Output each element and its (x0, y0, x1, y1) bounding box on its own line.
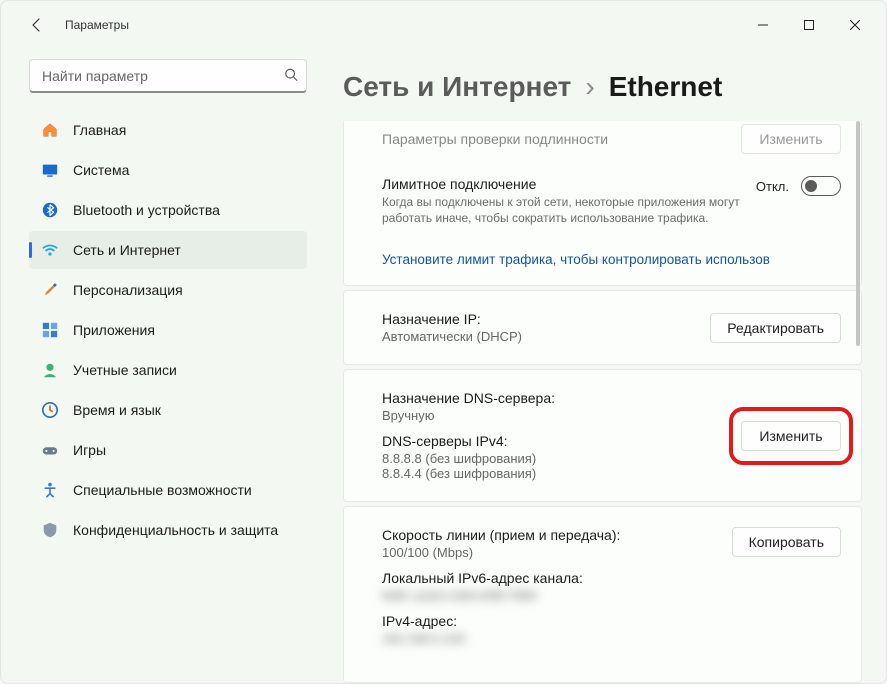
breadcrumb: Сеть и Интернет › Ethernet (343, 71, 862, 103)
search-icon (284, 67, 298, 84)
card-dns: Назначение DNS-сервера: Вручную DNS-серв… (343, 369, 862, 502)
card-ip: Назначение IP: Автоматически (DHCP) Реда… (343, 290, 862, 365)
sidebar-item-label: Персонализация (73, 282, 183, 298)
copy-button[interactable]: Копировать (732, 527, 841, 557)
metered-toggle[interactable] (801, 176, 841, 196)
dns-server-1: 8.8.8.8 (без шифрования) (382, 451, 741, 466)
sidebar-item-system[interactable]: Система (29, 151, 307, 189)
sidebar-item-label: Приложения (73, 322, 155, 338)
system-icon (41, 161, 59, 179)
app-title: Параметры (65, 18, 129, 32)
card-auth-metered: Параметры проверки подлинности Изменить … (343, 121, 862, 286)
dns-server-2: 8.8.4.4 (без шифрования) (382, 466, 741, 481)
card-speed: Скорость линии (прием и передача): 100/1… (343, 506, 862, 683)
sidebar-item-label: Учетные записи (73, 362, 177, 378)
highlight-ring (729, 407, 853, 465)
shield-icon (41, 521, 59, 539)
close-icon (850, 20, 860, 30)
nav: Главная Система Bluetooth и устройства С… (29, 111, 315, 549)
ipv4-value: 192.168.0.100 (382, 631, 732, 646)
ip-label: Назначение IP: (382, 311, 710, 327)
close-button[interactable] (832, 9, 878, 41)
sidebar-item-network[interactable]: Сеть и Интернет (29, 231, 307, 269)
sidebar: Главная Система Bluetooth и устройства С… (1, 49, 319, 683)
sidebar-item-home[interactable]: Главная (29, 111, 307, 149)
line-speed-label: Скорость линии (прием и передача): (382, 527, 732, 543)
ip-value: Автоматически (DHCP) (382, 329, 710, 344)
chevron-right-icon: › (585, 71, 594, 103)
person-icon (41, 361, 59, 379)
gamepad-icon (41, 441, 59, 459)
maximize-icon (804, 20, 814, 30)
brush-icon (41, 281, 59, 299)
apps-icon (41, 321, 59, 339)
sidebar-item-label: Специальные возможности (73, 482, 252, 498)
minimize-button[interactable] (740, 9, 786, 41)
sidebar-item-label: Bluetooth и устройства (73, 202, 220, 218)
sidebar-item-label: Конфиденциальность и защита (73, 522, 278, 538)
dns-assign-value: Вручную (382, 408, 741, 423)
sidebar-item-time-language[interactable]: Время и язык (29, 391, 307, 429)
auth-title: Параметры проверки подлинности (382, 131, 741, 147)
ipv4-label: IPv4-адрес: (382, 613, 732, 629)
back-button[interactable] (17, 5, 57, 45)
search-field[interactable] (40, 67, 296, 85)
metered-toggle-label: Откл. (756, 179, 789, 194)
sidebar-item-label: Главная (73, 122, 126, 138)
sidebar-item-privacy[interactable]: Конфиденциальность и защита (29, 511, 307, 549)
auth-edit-button[interactable]: Изменить (741, 124, 841, 154)
maximize-button[interactable] (786, 9, 832, 41)
main: Сеть и Интернет › Ethernet Параметры про… (319, 49, 886, 683)
window-controls (740, 9, 878, 41)
minimize-icon (758, 20, 768, 30)
dns-servers-label: DNS-серверы IPv4: (382, 433, 741, 449)
sidebar-item-apps[interactable]: Приложения (29, 311, 307, 349)
ipv6-label: Локальный IPv6-адрес канала: (382, 570, 732, 586)
ipv6-value: fe80::a1b2:c3d4:e5f6:7890 (382, 588, 732, 603)
titlebar: Параметры (1, 1, 886, 49)
dns-assign-label: Назначение DNS-сервера: (382, 390, 741, 406)
clock-globe-icon (41, 401, 59, 419)
sidebar-item-bluetooth[interactable]: Bluetooth и устройства (29, 191, 307, 229)
metered-title: Лимитное подключение (382, 176, 756, 192)
scrollbar-thumb[interactable] (856, 121, 860, 346)
data-limit-link[interactable]: Установите лимит трафика, чтобы контроли… (382, 246, 841, 269)
sidebar-item-label: Время и язык (73, 402, 161, 418)
metered-desc: Когда вы подключены к этой сети, некотор… (382, 194, 742, 226)
sidebar-item-accessibility[interactable]: Специальные возможности (29, 471, 307, 509)
wifi-icon (41, 241, 59, 259)
sidebar-item-accounts[interactable]: Учетные записи (29, 351, 307, 389)
sidebar-item-label: Сеть и Интернет (73, 242, 181, 258)
ip-edit-button[interactable]: Редактировать (710, 313, 841, 343)
breadcrumb-parent[interactable]: Сеть и Интернет (343, 71, 571, 103)
sidebar-item-label: Система (73, 162, 129, 178)
home-icon (41, 121, 59, 139)
scrollbar-vertical[interactable] (856, 121, 860, 683)
bluetooth-icon (41, 201, 59, 219)
sidebar-item-label: Игры (73, 442, 106, 458)
line-speed-value: 100/100 (Mbps) (382, 545, 732, 560)
sidebar-item-personalization[interactable]: Персонализация (29, 271, 307, 309)
search-input[interactable] (29, 59, 307, 93)
breadcrumb-current: Ethernet (609, 71, 723, 103)
arrow-left-icon (29, 17, 45, 33)
accessibility-icon (41, 481, 59, 499)
sidebar-item-gaming[interactable]: Игры (29, 431, 307, 469)
